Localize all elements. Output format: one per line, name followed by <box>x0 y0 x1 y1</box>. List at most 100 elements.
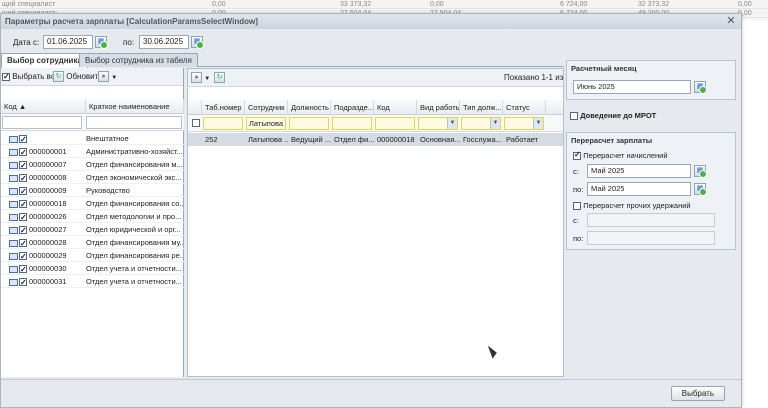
department-checkbox[interactable] <box>19 263 27 274</box>
folder-icon <box>9 239 18 247</box>
filter-code-input[interactable] <box>2 116 82 129</box>
filter-tab-number-input[interactable] <box>203 117 243 130</box>
department-checkbox[interactable] <box>19 250 27 261</box>
select-all-checkbox[interactable] <box>2 71 10 83</box>
department-name: Отдел финансирования м... <box>86 160 183 169</box>
department-checkbox[interactable] <box>19 133 27 144</box>
chevron-down-icon[interactable]: ▼ <box>533 118 543 129</box>
options-icon: ● <box>191 72 202 84</box>
calendar-icon[interactable]: ▦ <box>191 36 204 49</box>
mrot-control[interactable]: Доведение до МРОТ <box>570 111 656 120</box>
chevron-down-icon[interactable]: ▼ <box>490 118 500 129</box>
filter-employee-input[interactable]: Латыпова <box>246 117 286 130</box>
list-item[interactable]: 000000030 Отдел учета и отчетности... <box>1 262 184 275</box>
filter-select-all[interactable] <box>190 117 200 130</box>
calendar-icon[interactable]: ▦ <box>694 81 707 94</box>
bg-cell: 6 724,00 <box>560 1 588 8</box>
column-code[interactable]: Код ▲ <box>1 99 86 114</box>
grid-options-button[interactable]: ● ▼ <box>191 72 210 85</box>
department-checkbox[interactable] <box>19 198 27 209</box>
filter-code-input[interactable] <box>375 117 415 130</box>
recalc-accruals-control[interactable]: Перерасчет начислений <box>573 150 668 160</box>
filter-status-select[interactable]: ▼ <box>504 117 544 130</box>
column-department[interactable]: Подразде... <box>331 100 374 115</box>
list-item[interactable]: 000000029 Отдел финансирования ре... <box>1 249 184 262</box>
refresh-button[interactable]: ↻ Обновить <box>53 71 102 83</box>
list-item[interactable]: 000000008 Отдел экономической экс... <box>1 171 184 184</box>
department-checkbox[interactable] <box>19 224 27 235</box>
tab-employee-select[interactable]: Выбор сотрудника <box>1 53 88 68</box>
list-item[interactable]: 000000018 Отдел финансирования со... <box>1 197 184 210</box>
cell-status: Работает <box>506 135 539 144</box>
date-to-input[interactable]: 30.06.2025 <box>139 35 189 49</box>
other-to-input[interactable] <box>587 231 715 245</box>
list-item[interactable]: 000000028 Отдел финансирования му... <box>1 236 184 249</box>
department-checkbox[interactable] <box>19 146 27 157</box>
window-footer: Выбрать <box>1 379 741 407</box>
column-position[interactable]: Должность <box>288 100 331 115</box>
salary-recalc-group: Перерасчет зарплаты Перерасчет начислени… <box>566 132 736 250</box>
bg-cell: 0,00 <box>430 1 444 8</box>
filter-name-input[interactable] <box>86 116 182 129</box>
list-item[interactable]: 000000001 Административно-хозяйст... <box>1 145 184 158</box>
options-menu-button[interactable]: ● ▼ <box>98 71 117 84</box>
column-work-type[interactable]: Вид работы <box>417 100 460 115</box>
calendar-icon[interactable]: ▦ <box>694 165 707 178</box>
recalc-from-input[interactable]: Май 2025 <box>587 164 691 178</box>
select-all-rows-checkbox[interactable] <box>192 119 200 128</box>
recalc-other-checkbox[interactable] <box>573 201 581 210</box>
column-short-name[interactable]: Краткое наименование <box>86 99 184 114</box>
department-code-cell: 000000028 <box>9 236 67 248</box>
list-item[interactable]: 000000007 Отдел финансирования м... <box>1 158 184 171</box>
department-code-cell: 000000018 <box>9 197 67 209</box>
tab-employee-from-timesheet[interactable]: Выбор сотрудника из табеля <box>79 53 198 67</box>
table-row[interactable]: 252 Латыпова ... Ведущий ... Отдел фи...… <box>188 133 563 146</box>
recalc-accruals-checkbox[interactable] <box>573 150 581 160</box>
close-icon[interactable]: ✕ <box>725 15 737 27</box>
department-name: Отдел юридической и орг... <box>86 225 181 234</box>
window-titlebar[interactable]: Параметры расчета зарплаты [CalculationP… <box>1 14 741 29</box>
select-all-control[interactable]: Выбрать все <box>2 71 59 83</box>
calendar-icon[interactable]: ▦ <box>95 36 108 49</box>
column-status[interactable]: Статус <box>503 100 546 115</box>
calendar-icon[interactable]: ▦ <box>694 183 707 196</box>
date-from-input[interactable]: 01.06.2025 <box>43 35 93 49</box>
filter-department-input[interactable] <box>332 117 372 130</box>
list-item[interactable]: 000000026 Отдел методологии и про... <box>1 210 184 223</box>
department-checkbox[interactable] <box>19 276 27 287</box>
refresh-icon: ↻ <box>214 72 225 84</box>
recalc-to-input[interactable]: Май 2025 <box>587 182 691 196</box>
department-checkbox[interactable] <box>19 172 27 183</box>
column-employee[interactable]: Сотрудник <box>245 100 288 115</box>
folder-icon <box>9 200 18 208</box>
department-name: Внештатное <box>86 134 129 143</box>
list-item[interactable]: Внештатное <box>1 132 184 145</box>
chevron-down-icon[interactable]: ▼ <box>447 118 457 129</box>
filter-position-input[interactable] <box>289 117 329 130</box>
list-item[interactable]: 000000031 Отдел учета и отчетности... <box>1 275 184 288</box>
department-code-cell: 000000009 <box>9 184 67 196</box>
column-code[interactable]: Код <box>374 100 417 115</box>
recalc-other-label: Перерасчет прочих удержаний <box>583 201 691 210</box>
mrot-checkbox[interactable] <box>570 111 578 120</box>
column-tab-number[interactable]: Таб.номер <box>202 100 245 115</box>
filter-work-type-select[interactable]: ▼ <box>418 117 458 130</box>
department-code: 000000007 <box>29 160 67 169</box>
column-position-type[interactable]: Тип долж... <box>460 100 503 115</box>
settlement-month-input[interactable]: Июнь 2025 <box>573 80 691 94</box>
other-from-input[interactable] <box>587 213 715 227</box>
department-code: 000000029 <box>29 251 67 260</box>
filter-position-type-select[interactable]: ▼ <box>461 117 501 130</box>
list-item[interactable]: 000000027 Отдел юридической и орг... <box>1 223 184 236</box>
recalc-other-control[interactable]: Перерасчет прочих удержаний <box>573 201 691 210</box>
refresh-icon: ↻ <box>53 71 64 83</box>
department-checkbox[interactable] <box>19 159 27 170</box>
list-item[interactable]: 000000009 Руководство <box>1 184 184 197</box>
department-checkbox[interactable] <box>19 211 27 222</box>
department-checkbox[interactable] <box>19 237 27 248</box>
departments-filter-row <box>1 114 184 131</box>
department-code-cell: 000000001 <box>9 145 67 157</box>
department-checkbox[interactable] <box>19 185 27 196</box>
select-button[interactable]: Выбрать <box>670 386 725 401</box>
grid-refresh-button[interactable]: ↻ <box>214 72 225 84</box>
